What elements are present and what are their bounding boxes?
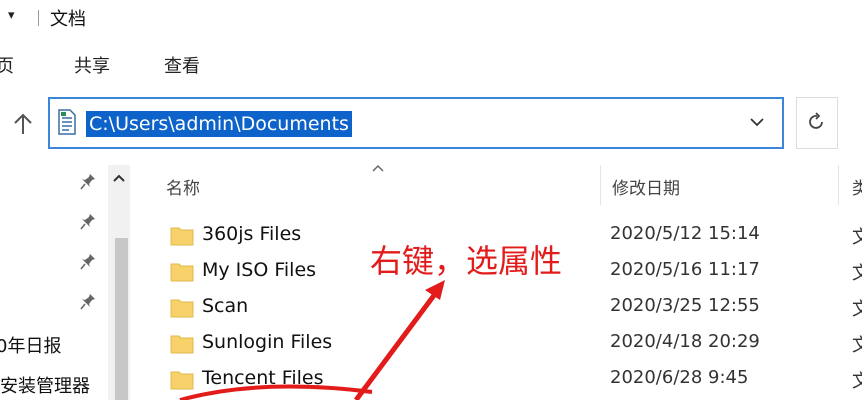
annotation-label: 右键，选属性 [370,242,563,280]
annotation-arrow [179,280,445,400]
